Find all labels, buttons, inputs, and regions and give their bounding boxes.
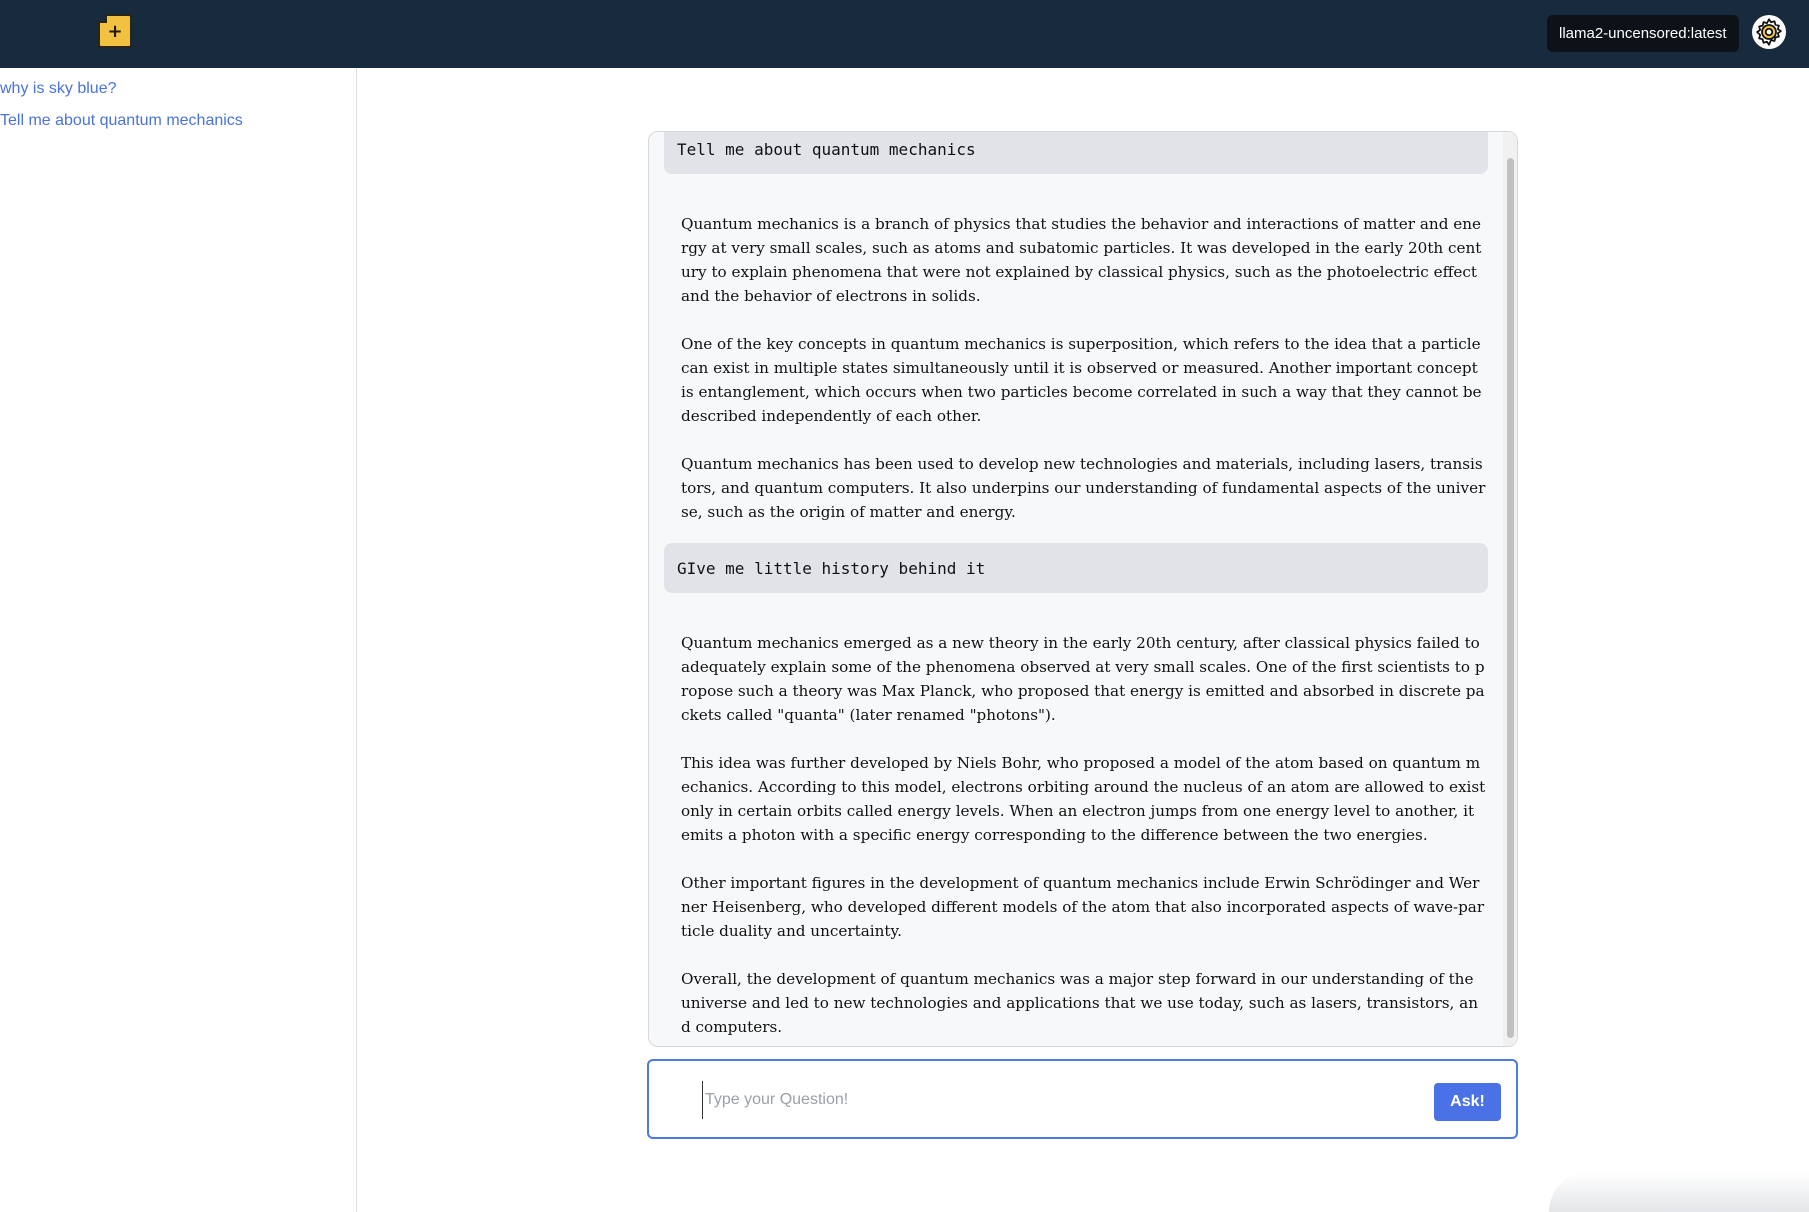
ask-button[interactable]: Ask! bbox=[1434, 1083, 1501, 1121]
assistant-message: Quantum mechanics is a branch of physics… bbox=[664, 174, 1488, 543]
conversation-panel: Tell me about quantum mechanics Quantum … bbox=[648, 131, 1518, 1047]
history-item-quantum-mechanics[interactable]: Tell me about quantum mechanics bbox=[0, 105, 356, 137]
chat-history-list: why is sky blue? Tell me about quantum m… bbox=[0, 68, 356, 137]
chat-history-sidebar: why is sky blue? Tell me about quantum m… bbox=[0, 68, 357, 1212]
conversation-scrollbar[interactable] bbox=[1503, 132, 1517, 1046]
question-input-bar: Ask! bbox=[647, 1059, 1518, 1139]
settings-button[interactable] bbox=[1752, 15, 1786, 49]
history-item-sky-blue[interactable]: why is sky blue? bbox=[0, 73, 356, 105]
top-bar: + llama2-uncensored:latest bbox=[0, 0, 1809, 68]
window-corner-shadow bbox=[1549, 1172, 1809, 1212]
assistant-paragraph: One of the key concepts in quantum mecha… bbox=[681, 335, 1482, 425]
scrollbar-thumb[interactable] bbox=[1507, 158, 1514, 1038]
gear-icon bbox=[1756, 18, 1782, 46]
model-selector[interactable]: llama2-uncensored:latest bbox=[1547, 15, 1739, 52]
assistant-paragraph: Other important figures in the developme… bbox=[681, 874, 1485, 940]
user-message: Tell me about quantum mechanics bbox=[664, 132, 1488, 174]
question-input[interactable] bbox=[702, 1081, 1422, 1119]
model-name: llama2-uncensored:latest bbox=[1559, 25, 1727, 42]
assistant-paragraph: Quantum mechanics is a branch of physics… bbox=[681, 215, 1482, 305]
assistant-paragraph: This idea was further developed by Niels… bbox=[681, 754, 1486, 844]
conversation-scroll-area: Tell me about quantum mechanics Quantum … bbox=[649, 132, 1503, 1046]
assistant-paragraph: Overall, the development of quantum mech… bbox=[681, 970, 1478, 1036]
new-chat-button[interactable]: + bbox=[98, 14, 132, 48]
assistant-paragraph: Quantum mechanics has been used to devel… bbox=[681, 455, 1486, 521]
user-message: GIve me little history behind it bbox=[664, 543, 1488, 593]
plus-icon: + bbox=[107, 21, 123, 42]
assistant-message: Quantum mechanics emerged as a new theor… bbox=[664, 593, 1488, 1046]
assistant-paragraph: Quantum mechanics emerged as a new theor… bbox=[681, 634, 1485, 724]
new-document-icon bbox=[98, 14, 107, 23]
